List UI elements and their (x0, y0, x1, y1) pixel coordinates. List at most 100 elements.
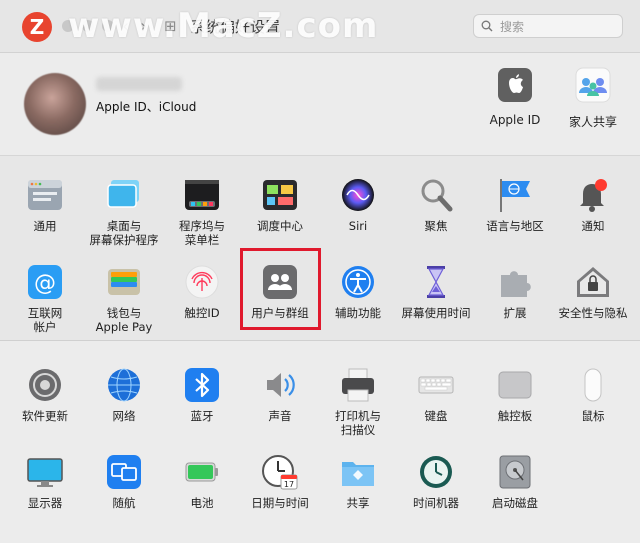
pref-touch-id[interactable]: 触控ID (162, 263, 242, 320)
pref-label: Siri (348, 219, 368, 233)
family-sharing-icon (575, 67, 611, 103)
search-input[interactable] (498, 17, 620, 37)
pref-label-line2: Apple Pay (95, 320, 153, 334)
pref-battery[interactable]: 电池 (162, 453, 242, 510)
pref-label-line2: 菜单栏 (184, 233, 220, 247)
user-name-blurred (96, 77, 182, 91)
search-icon (481, 20, 493, 32)
account-subtitle[interactable]: Apple ID、iCloud (96, 98, 196, 115)
pref-date-time[interactable]: 17 日期与时间 (240, 453, 320, 510)
pref-startup-disk[interactable]: 启动磁盘 (475, 453, 555, 510)
pref-keyboard[interactable]: 键盘 (396, 366, 476, 423)
internet-accounts-icon: @ (26, 263, 64, 301)
pref-bluetooth[interactable]: 蓝牙 (162, 366, 242, 423)
pref-label-line2: 帐户 (33, 320, 57, 334)
calendar-day-number: 17 (284, 480, 294, 489)
pref-label: 通用 (33, 219, 57, 233)
sound-icon (261, 366, 299, 404)
pref-label: 触控ID (184, 306, 220, 320)
network-icon (105, 366, 143, 404)
title-bar: ‹ › ⊞ 系统偏好设置 Z www.MacZ.com (0, 0, 640, 53)
pref-accessibility[interactable]: 辅助功能 (318, 263, 398, 320)
pref-sound[interactable]: 声音 (240, 366, 320, 423)
watermark-logo: Z (22, 12, 52, 42)
pref-desktop-screensaver[interactable]: 桌面与 屏幕保护程序 (84, 176, 164, 247)
pref-language-region[interactable]: 语言与地区 (475, 176, 555, 233)
pref-label: 钱包与 (106, 306, 142, 320)
pref-label: 桌面与 (106, 219, 142, 233)
pref-wallet[interactable]: 钱包与 Apple Pay (84, 263, 164, 334)
battery-icon (183, 453, 221, 491)
pref-label: 调度中心 (257, 219, 303, 233)
pref-label: 软件更新 (22, 409, 68, 423)
pref-label: 触控板 (497, 409, 533, 423)
general-icon (26, 176, 64, 214)
security-privacy-icon (574, 263, 612, 301)
watermark-text: www.MacZ.com (68, 6, 379, 46)
pref-label: 蓝牙 (190, 409, 214, 423)
pref-siri[interactable]: Siri (318, 176, 398, 233)
pref-network[interactable]: 网络 (84, 366, 164, 423)
pref-trackpad[interactable]: 触控板 (475, 366, 555, 423)
pref-label: 日期与时间 (251, 496, 309, 510)
pref-mouse[interactable]: 鼠标 (553, 366, 633, 423)
pref-label: 打印机与 (335, 409, 381, 423)
pref-internet-accounts[interactable]: @ 互联网 帐户 (5, 263, 85, 334)
language-region-icon (496, 176, 534, 214)
pref-sidecar[interactable]: 随航 (84, 453, 164, 510)
family-sharing-label: 家人共享 (568, 115, 617, 129)
pref-dock-menubar[interactable]: 程序坞与 菜单栏 (162, 176, 242, 247)
startup-disk-icon (496, 453, 534, 491)
pref-label: 安全性与隐私 (558, 306, 628, 320)
sharing-icon (339, 453, 377, 491)
screen-time-icon (417, 263, 455, 301)
date-time-icon: 17 (261, 453, 299, 491)
pref-displays[interactable]: 显示器 (5, 453, 85, 510)
pref-sharing[interactable]: 共享 (318, 453, 398, 510)
pref-label: 声音 (268, 409, 292, 423)
printer-scanner-icon (339, 366, 377, 404)
sidecar-icon (105, 453, 143, 491)
displays-icon (26, 453, 64, 491)
family-sharing-item[interactable]: 家人共享 (553, 67, 633, 130)
pref-label-line2: 扫描仪 (340, 423, 376, 437)
notifications-icon (574, 176, 612, 214)
pref-label: 扩展 (503, 306, 527, 320)
time-machine-icon (417, 453, 455, 491)
pref-label: 互联网 (27, 306, 63, 320)
pref-printers-scanners[interactable]: 打印机与 扫描仪 (318, 366, 398, 437)
pref-notifications[interactable]: 通知 (553, 176, 633, 233)
pref-label-line2: 屏幕保护程序 (89, 233, 159, 247)
pref-screen-time[interactable]: 屏幕使用时间 (396, 263, 476, 320)
pref-extensions[interactable]: 扩展 (475, 263, 555, 320)
apple-id-item[interactable]: Apple ID (475, 67, 555, 127)
mission-control-icon (261, 176, 299, 214)
pref-label: 电池 (190, 496, 214, 510)
pref-software-update[interactable]: 软件更新 (5, 366, 85, 423)
search-field[interactable] (473, 14, 623, 38)
pref-label: 网络 (112, 409, 136, 423)
pref-general[interactable]: 通用 (5, 176, 85, 233)
pref-label: 聚焦 (424, 219, 448, 233)
pref-label: 鼠标 (581, 409, 605, 423)
pref-mission-control[interactable]: 调度中心 (240, 176, 320, 233)
pref-label: 启动磁盘 (492, 496, 538, 510)
user-avatar[interactable] (24, 73, 86, 135)
apple-logo-icon (497, 67, 533, 103)
siri-icon (339, 176, 377, 214)
mouse-icon (574, 366, 612, 404)
pref-label: 语言与地区 (486, 219, 544, 233)
apple-id-label: Apple ID (489, 113, 541, 127)
pref-label: 程序坞与 (179, 219, 225, 233)
svg-text:@: @ (34, 271, 56, 296)
trackpad-icon (496, 366, 534, 404)
pref-label: 通知 (581, 219, 605, 233)
pref-time-machine[interactable]: 时间机器 (396, 453, 476, 510)
pref-label: 显示器 (27, 496, 63, 510)
pref-spotlight[interactable]: 聚焦 (396, 176, 476, 233)
pref-label: 屏幕使用时间 (401, 306, 471, 320)
highlight-box (240, 248, 321, 330)
pref-security-privacy[interactable]: 安全性与隐私 (553, 263, 633, 320)
wallet-icon (105, 263, 143, 301)
spotlight-icon (417, 176, 455, 214)
